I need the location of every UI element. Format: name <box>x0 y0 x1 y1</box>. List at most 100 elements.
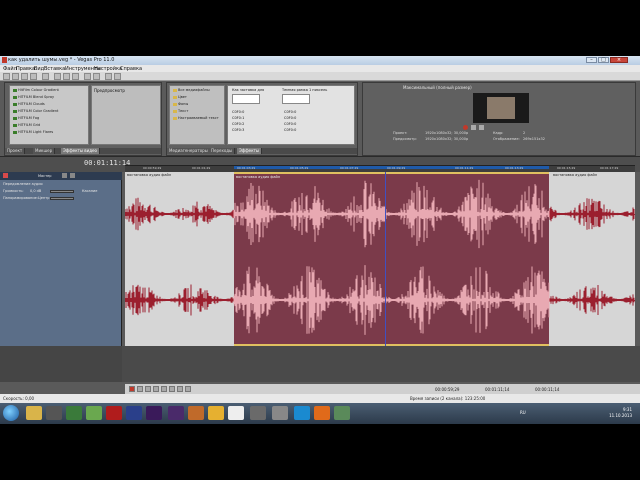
pause-button[interactable] <box>161 386 167 392</box>
color-code: C0F0:0 <box>284 116 297 120</box>
tree-item-custom-text[interactable]: Настраиваемый текст <box>178 116 219 120</box>
language-indicator[interactable]: RU <box>520 410 526 415</box>
preset-label[interactable]: Темная рамка 1 пиксель <box>282 88 327 92</box>
redo-icon[interactable] <box>93 73 100 80</box>
ruler-tick-label: 00:01:15;29 <box>557 166 576 170</box>
photoshop-taskbar-icon[interactable] <box>126 406 142 420</box>
app-taskbar-icon[interactable] <box>208 406 224 420</box>
playhead-cursor[interactable] <box>385 172 386 346</box>
firefox-taskbar-icon[interactable] <box>314 406 330 420</box>
properties-icon[interactable] <box>30 73 37 80</box>
timeline-track[interactable]: востановка аудио файл востановка аудио ф… <box>125 172 635 346</box>
snap-icon[interactable] <box>105 73 112 80</box>
record-button[interactable] <box>129 386 135 392</box>
record-icon[interactable] <box>463 125 468 130</box>
generator-presets[interactable]: Как заставка для Темная рамка 1 пиксель … <box>227 85 355 145</box>
fx-item[interactable]: HITFILM Blend Spray <box>18 95 54 99</box>
open-icon[interactable] <box>12 73 19 80</box>
copy-icon[interactable] <box>63 73 70 80</box>
maximize-button[interactable]: □ <box>598 57 609 63</box>
tree-item-color[interactable]: Цвет <box>178 95 187 99</box>
after-effects-taskbar-icon[interactable] <box>146 406 162 420</box>
app-taskbar-icon[interactable] <box>334 406 350 420</box>
solo-icon[interactable] <box>70 173 75 178</box>
fx-list[interactable]: HitFilm Colour Gradient HITFILM Blend Sp… <box>9 85 89 145</box>
preset-label[interactable]: Как заставка для <box>232 88 264 92</box>
app-taskbar-icon[interactable] <box>66 406 82 420</box>
tab-media-generators[interactable]: Медиагенераторы <box>167 148 211 154</box>
close-button[interactable]: × <box>610 57 628 63</box>
preset-thumb[interactable] <box>282 94 310 104</box>
tab-video-fx[interactable]: Эффекты видео <box>61 148 100 154</box>
ruler-tick-label: 00:01:11;29 <box>455 166 474 170</box>
render-icon[interactable] <box>42 73 49 80</box>
play-from-start-button[interactable] <box>145 386 151 392</box>
fx-item[interactable]: HITFILM Clouds <box>18 102 45 106</box>
undo-icon[interactable] <box>84 73 91 80</box>
start-button[interactable] <box>3 405 19 421</box>
display-value: 269x151x32 <box>523 137 545 141</box>
end-readout: 00:01:11;14 <box>485 387 510 392</box>
app-taskbar-icon[interactable] <box>106 406 122 420</box>
save-icon[interactable] <box>21 73 28 80</box>
cut-icon[interactable] <box>54 73 61 80</box>
track-name[interactable]: Передомление аудио <box>3 182 43 186</box>
new-project-icon[interactable] <box>3 73 10 80</box>
position-readout: 00:00:59;29 <box>435 387 460 392</box>
tab-project[interactable]: Проект <box>5 148 26 154</box>
play-button[interactable] <box>153 386 159 392</box>
go-start-button[interactable] <box>177 386 183 392</box>
pan-slider[interactable] <box>50 197 74 200</box>
go-end-button[interactable] <box>185 386 191 392</box>
project-value: 1920x1080x32; 30,000p <box>425 131 469 135</box>
volume-slider[interactable] <box>50 190 74 193</box>
fx-folder-icon <box>13 124 17 127</box>
tab-transitions[interactable]: Переходы <box>209 148 236 154</box>
premiere-taskbar-icon[interactable] <box>168 406 184 420</box>
ruler-tick-label: 00:01:01;29 <box>192 166 211 170</box>
play-icon[interactable] <box>471 125 476 130</box>
skype-taskbar-icon[interactable] <box>294 406 310 420</box>
fx-item[interactable]: HITFILM Grid <box>18 123 40 127</box>
audio-track-header[interactable]: Мастер Передомление аудио Громкость: 0,0… <box>0 172 122 346</box>
folder-icon <box>173 117 177 120</box>
left-panel-tabs: Проект Микшер Эффекты видео <box>5 148 161 154</box>
preset-thumb[interactable] <box>232 94 260 104</box>
app-taskbar-icon[interactable] <box>228 406 244 420</box>
app-taskbar-icon[interactable] <box>46 406 62 420</box>
tab-mixer[interactable]: Микшер <box>33 148 56 154</box>
fx-item[interactable]: HitFilm Colour Gradient <box>18 88 59 92</box>
autoripple-icon[interactable] <box>114 73 121 80</box>
letterbox-top <box>0 0 640 56</box>
record-time: Время записи (2 канала): 123:25:00 <box>410 396 486 401</box>
tree-item-text[interactable]: Текст <box>178 109 188 113</box>
app-taskbar-icon[interactable] <box>188 406 204 420</box>
track-header-bar: Мастер <box>0 172 122 180</box>
fx-item[interactable]: HITFILM Light Flares <box>18 130 53 134</box>
mute-icon[interactable] <box>62 173 67 178</box>
timeline-header: 00:01:11:14 00:00:59;29 00:01:01;29 00:0… <box>0 156 640 173</box>
stop-icon[interactable] <box>479 125 484 130</box>
preview-mode[interactable]: Максимальный (полный размер) <box>403 85 472 90</box>
tree-item-all-media[interactable]: Все медиафайлы <box>178 88 210 92</box>
color-code: C0F0:3 <box>232 128 245 132</box>
app-taskbar-icon[interactable] <box>86 406 102 420</box>
system-clock[interactable]: 9:31 11.10.2013 <box>609 407 632 419</box>
app-taskbar-icon[interactable] <box>272 406 288 420</box>
letterbox-bottom <box>0 424 640 480</box>
loop-button[interactable] <box>137 386 143 392</box>
minimize-button[interactable]: – <box>586 57 597 63</box>
app-taskbar-icon[interactable] <box>250 406 266 420</box>
tree-item-backgrounds[interactable]: Фоны <box>178 102 188 106</box>
volume-label: Громкость: <box>3 189 24 193</box>
stop-button[interactable] <box>169 386 175 392</box>
display-label: Отображение: <box>493 137 520 141</box>
fx-item[interactable]: HITFILM Color Gradient <box>18 109 58 113</box>
tab-effects[interactable]: Эффекты <box>237 148 262 154</box>
touch-label[interactable]: Касание <box>82 189 97 193</box>
current-timecode: 00:01:11:14 <box>84 159 131 167</box>
paste-icon[interactable] <box>72 73 79 80</box>
explorer-taskbar-icon[interactable] <box>26 406 42 420</box>
fx-item[interactable]: HITFILM Fog <box>18 116 39 120</box>
generator-tree[interactable]: Все медиафайлы Цвет Фоны Текст Настраива… <box>169 85 225 145</box>
